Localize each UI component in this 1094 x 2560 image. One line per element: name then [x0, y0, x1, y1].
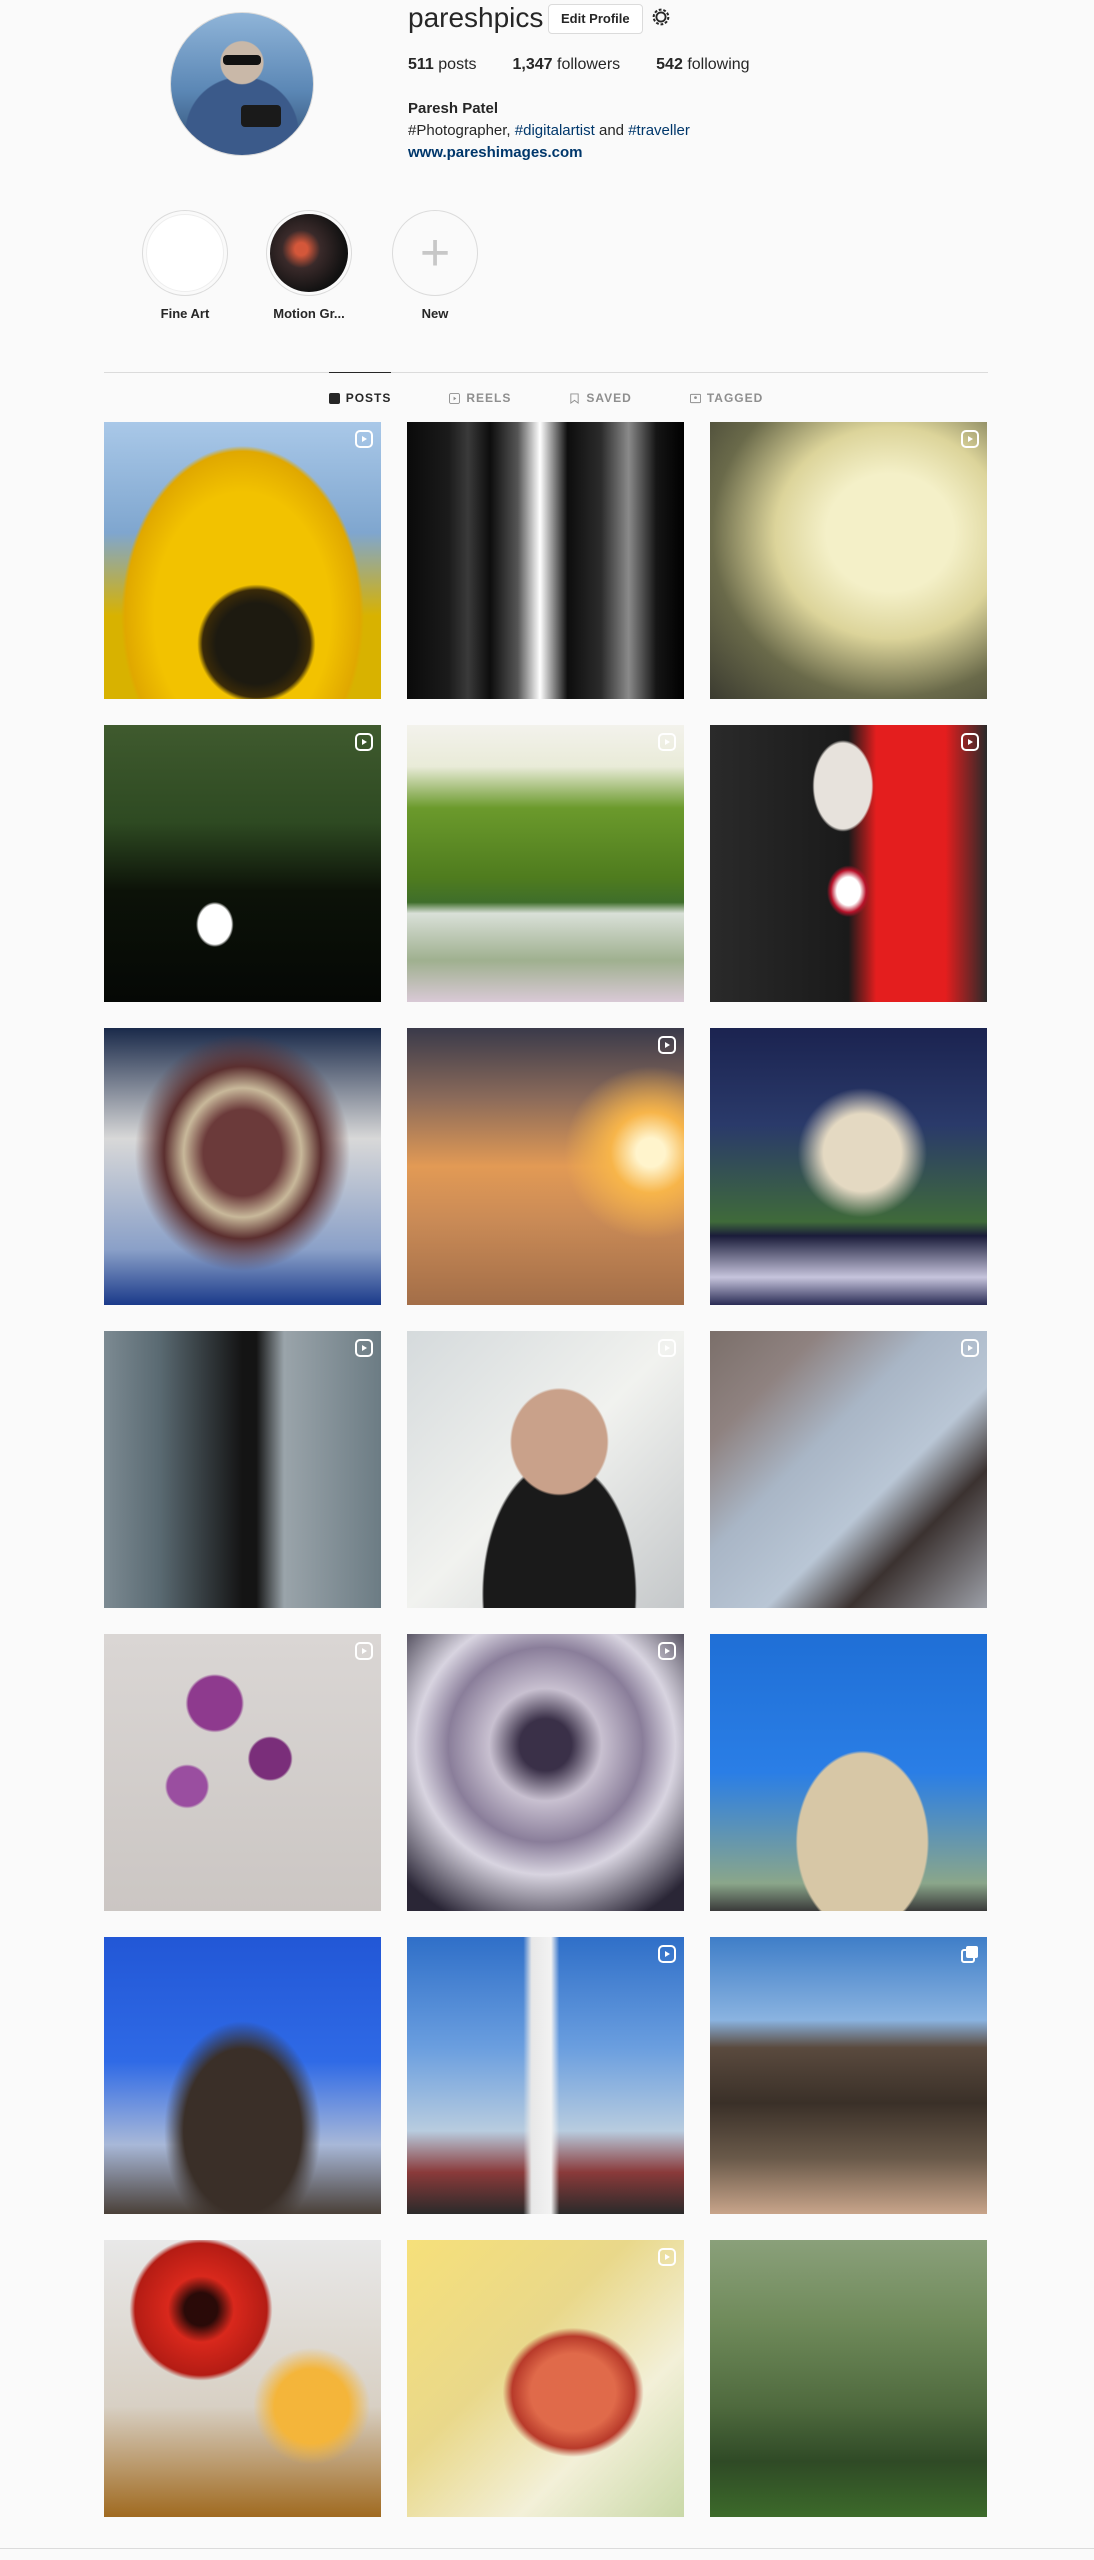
- reels-icon: [449, 392, 461, 404]
- avatar-sunglasses: [223, 55, 261, 65]
- post-orchids[interactable]: [104, 1634, 381, 1911]
- reel-icon: [355, 733, 373, 751]
- highlight-label: Motion Gr...: [273, 306, 345, 321]
- posts-stat: 511 posts: [408, 56, 477, 73]
- post-paris-las-vegas[interactable]: [710, 1634, 987, 1911]
- settings-gear-icon[interactable]: [650, 6, 672, 28]
- tab-tagged[interactable]: TAGGED: [689, 373, 763, 423]
- following-stat[interactable]: 542 following: [656, 56, 749, 74]
- grid-icon: [328, 392, 340, 404]
- post-selfie[interactable]: [407, 1331, 684, 1608]
- reel-icon: [658, 1036, 676, 1054]
- profile-avatar[interactable]: [170, 12, 314, 156]
- post-pagoda[interactable]: [710, 1028, 987, 1305]
- post-grand-canyon[interactable]: [710, 1937, 987, 2214]
- post-dandelion[interactable]: [407, 1634, 684, 1911]
- reel-icon: [355, 1339, 373, 1357]
- post-architecture[interactable]: [710, 1331, 987, 1608]
- tag-icon: [689, 393, 701, 403]
- highlight-label: Fine Art: [160, 306, 210, 321]
- reel-icon: [658, 733, 676, 751]
- bio: #Photographer, #digitalartist and #trave…: [408, 122, 690, 139]
- post-eiffel-tower[interactable]: [104, 1937, 381, 2214]
- bio-text: and: [594, 122, 629, 139]
- reel-icon: [658, 1945, 676, 1963]
- reel-icon: [355, 1642, 373, 1660]
- highlight-ring: [142, 210, 228, 296]
- website-link[interactable]: www.pareshimages.com: [408, 144, 583, 161]
- highlight-ring: +: [392, 210, 478, 296]
- post-desert-sunset[interactable]: [407, 1028, 684, 1305]
- reel-icon: [658, 2248, 676, 2266]
- highlight-fine-art[interactable]: Fine Art: [140, 210, 230, 321]
- reel-icon: [961, 733, 979, 751]
- tab-reels[interactable]: REELS: [449, 373, 511, 423]
- post-trees-pond[interactable]: [407, 725, 684, 1002]
- profile-stats: 511 posts 1,347 followers 542 following: [408, 56, 750, 74]
- post-glass-doors[interactable]: [104, 1331, 381, 1608]
- edit-profile-button[interactable]: Edit Profile: [548, 4, 643, 34]
- post-tulip[interactable]: [407, 2240, 684, 2517]
- plus-icon: +: [419, 224, 451, 282]
- reel-icon: [355, 430, 373, 448]
- bio-text: #Photographer,: [408, 122, 515, 139]
- carousel-icon: [961, 1946, 978, 1963]
- story-highlights: Fine Art Motion Gr... + New: [0, 210, 1094, 330]
- reel-icon: [961, 1339, 979, 1357]
- reel-icon: [961, 430, 979, 448]
- tab-saved[interactable]: SAVED: [569, 373, 631, 423]
- post-gerbera[interactable]: [104, 2240, 381, 2517]
- followers-stat[interactable]: 1,347 followers: [513, 56, 621, 74]
- post-iron-man[interactable]: [104, 1028, 381, 1305]
- post-vampire[interactable]: [710, 725, 987, 1002]
- highlight-new[interactable]: + New: [390, 210, 480, 321]
- bio-hashtag-link[interactable]: #traveller: [628, 122, 690, 139]
- highlight-motion-graphics[interactable]: Motion Gr...: [264, 210, 354, 321]
- reel-icon: [658, 1339, 676, 1357]
- bookmark-icon: [570, 392, 580, 404]
- footer-divider: [0, 2548, 1094, 2549]
- username: pareshpics: [408, 2, 544, 33]
- posts-grid: [104, 422, 988, 2517]
- tab-posts[interactable]: POSTS: [328, 372, 392, 423]
- highlight-ring: [266, 210, 352, 296]
- post-skyscrapers[interactable]: [407, 422, 684, 699]
- post-forest[interactable]: [710, 2240, 987, 2517]
- profile-tabs: POSTS REELS SAVED TAGGED: [104, 372, 988, 423]
- post-chrysanthemum[interactable]: [710, 422, 987, 699]
- avatar-camera: [241, 105, 281, 127]
- post-swan[interactable]: [104, 725, 381, 1002]
- highlight-label: New: [421, 306, 449, 321]
- full-name: Paresh Patel: [408, 100, 499, 117]
- post-sunflower[interactable]: [104, 422, 381, 699]
- post-stratosphere[interactable]: [407, 1937, 684, 2214]
- reel-icon: [658, 1642, 676, 1660]
- bio-hashtag-link[interactable]: #digitalartist: [515, 122, 595, 139]
